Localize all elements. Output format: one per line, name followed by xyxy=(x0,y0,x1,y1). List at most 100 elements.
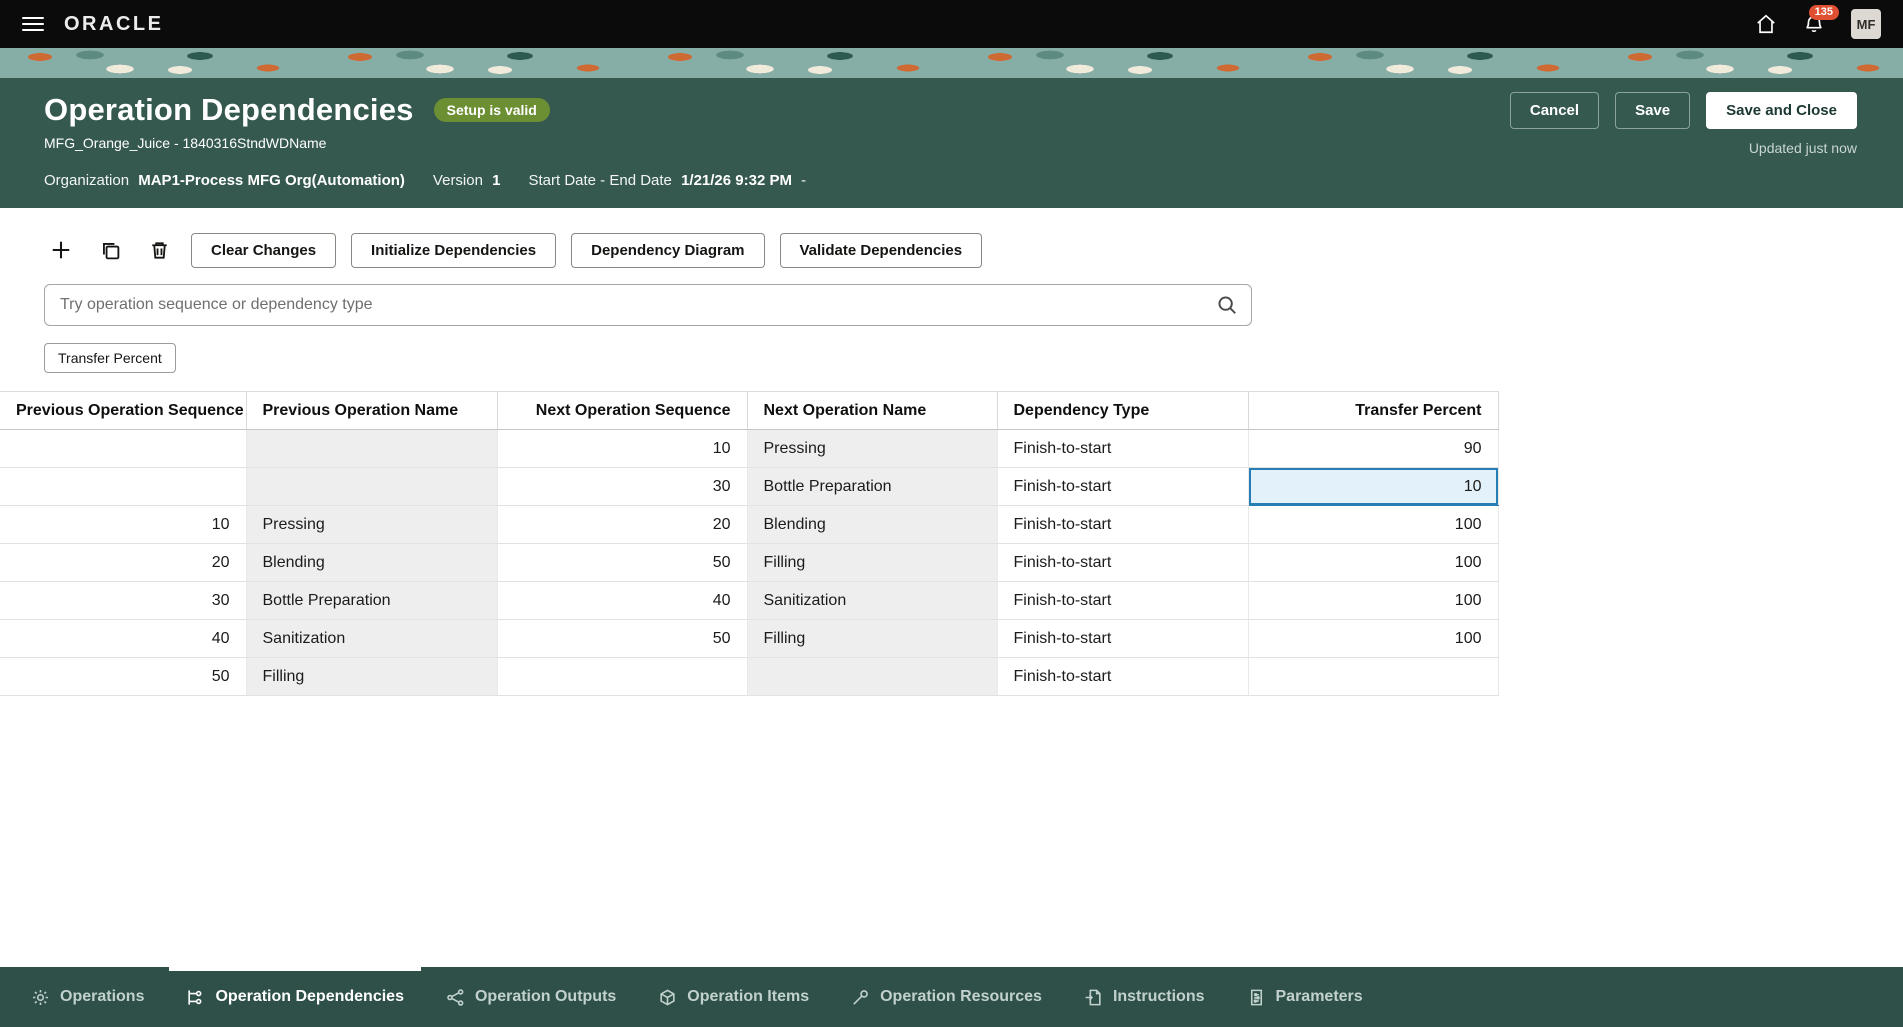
oracle-logo: ORACLE xyxy=(64,12,164,35)
cell-previous-operation-name[interactable]: Filling xyxy=(246,657,498,696)
cell-next-operation-sequence[interactable]: 40 xyxy=(497,581,748,620)
table-row: 30 Bottle Preparation 40 Sanitization Fi… xyxy=(0,581,1499,620)
cell-previous-operation-sequence[interactable]: 50 xyxy=(0,657,247,696)
cell-next-operation-name[interactable]: Bottle Preparation xyxy=(747,467,998,506)
cell-next-operation-name[interactable]: Sanitization xyxy=(747,581,998,620)
cell-next-operation-name[interactable]: Filling xyxy=(747,619,998,658)
home-button[interactable] xyxy=(1755,13,1777,35)
cell-next-operation-name[interactable]: Filling xyxy=(747,543,998,582)
dates-meta: Start Date - End Date 1/21/26 9:32 PM - xyxy=(528,172,806,189)
cell-next-operation-sequence[interactable] xyxy=(497,657,748,696)
version-meta: Version 1 xyxy=(433,172,501,189)
tab-parameters[interactable]: Parameters xyxy=(1230,967,1380,1027)
updated-status: Updated just now xyxy=(1748,140,1857,156)
cancel-button[interactable]: Cancel xyxy=(1509,92,1600,129)
col-header-next-operation-name: Next Operation Name xyxy=(747,391,998,430)
cell-previous-operation-name[interactable]: Sanitization xyxy=(246,619,498,658)
cell-dependency-type[interactable]: Finish-to-start xyxy=(997,619,1249,658)
cell-dependency-type[interactable]: Finish-to-start xyxy=(997,581,1249,620)
dates-suffix: - xyxy=(801,172,807,189)
cell-transfer-percent-selected[interactable]: 10 xyxy=(1248,467,1499,506)
dependencies-icon xyxy=(186,988,205,1007)
cell-previous-operation-sequence[interactable]: 10 xyxy=(0,505,247,544)
validate-dependencies-button[interactable]: Validate Dependencies xyxy=(779,232,983,268)
cell-next-operation-name[interactable]: Blending xyxy=(747,505,998,544)
tab-operation-items[interactable]: Operation Items xyxy=(641,967,826,1027)
save-and-close-button[interactable]: Save and Close xyxy=(1706,92,1857,129)
dependency-diagram-button[interactable]: Dependency Diagram xyxy=(571,232,765,268)
cell-previous-operation-name[interactable]: Pressing xyxy=(246,505,498,544)
home-icon xyxy=(1755,13,1777,35)
cell-transfer-percent[interactable]: 100 xyxy=(1248,581,1499,620)
delete-row-button[interactable] xyxy=(142,233,176,267)
cell-previous-operation-sequence[interactable]: 30 xyxy=(0,581,247,620)
cell-next-operation-sequence[interactable]: 50 xyxy=(497,619,748,658)
tab-label: Operation Outputs xyxy=(474,988,617,1005)
tab-label: Operation Dependencies xyxy=(215,988,404,1005)
cell-next-operation-sequence[interactable]: 30 xyxy=(497,467,748,506)
save-button[interactable]: Save xyxy=(1615,92,1691,129)
cell-previous-operation-name[interactable] xyxy=(246,429,498,468)
organization-value: MAP1-Process MFG Org(Automation) xyxy=(138,172,405,189)
cell-transfer-percent[interactable]: 100 xyxy=(1248,543,1499,582)
tab-operation-resources[interactable]: Operation Resources xyxy=(834,967,1059,1027)
cell-transfer-percent[interactable]: 100 xyxy=(1248,505,1499,544)
cell-dependency-type[interactable]: Finish-to-start xyxy=(997,429,1249,468)
bottom-tab-bar: Operations Operation Dependencies Operat… xyxy=(0,967,1903,1027)
cell-dependency-type[interactable]: Finish-to-start xyxy=(997,505,1249,544)
tab-label: Instructions xyxy=(1112,988,1205,1005)
search-bar xyxy=(44,284,1252,326)
transfer-percent-chip[interactable]: Transfer Percent xyxy=(44,343,176,373)
cell-previous-operation-name[interactable]: Bottle Preparation xyxy=(246,581,498,620)
table-header-row: Previous Operation Sequence Previous Ope… xyxy=(0,391,1499,430)
page-subtitle: MFG_Orange_Juice - 1840316StndWDName xyxy=(44,135,327,151)
tab-operation-outputs[interactable]: Operation Outputs xyxy=(429,967,633,1027)
cell-dependency-type[interactable]: Finish-to-start xyxy=(997,657,1249,696)
cell-previous-operation-sequence[interactable]: 40 xyxy=(0,619,247,658)
add-row-button[interactable] xyxy=(44,233,78,267)
cell-next-operation-sequence[interactable]: 20 xyxy=(497,505,748,544)
notification-count-badge: 135 xyxy=(1808,5,1839,20)
hamburger-menu-icon[interactable] xyxy=(22,17,44,31)
duplicate-row-button[interactable] xyxy=(93,233,127,267)
search-icon[interactable] xyxy=(1216,294,1238,316)
cell-dependency-type[interactable]: Finish-to-start xyxy=(997,467,1249,506)
tab-operations[interactable]: Operations xyxy=(14,967,161,1027)
initialize-dependencies-button[interactable]: Initialize Dependencies xyxy=(351,232,557,268)
status-badge: Setup is valid xyxy=(433,98,550,122)
avatar[interactable]: MF xyxy=(1851,9,1881,39)
cell-previous-operation-sequence[interactable] xyxy=(0,467,247,506)
tab-operation-dependencies[interactable]: Operation Dependencies xyxy=(169,967,421,1027)
trash-icon xyxy=(149,240,170,261)
cell-transfer-percent[interactable] xyxy=(1248,657,1499,696)
table-row: 30 Bottle Preparation Finish-to-start 10 xyxy=(0,467,1499,506)
cell-previous-operation-name[interactable]: Blending xyxy=(246,543,498,582)
tab-instructions[interactable]: Instructions xyxy=(1067,967,1222,1027)
top-bar-actions: 135 MF xyxy=(1755,5,1881,39)
cell-previous-operation-sequence[interactable] xyxy=(0,429,247,468)
organization-meta: Organization MAP1-Process MFG Org(Automa… xyxy=(44,172,405,189)
table-row: 20 Blending 50 Filling Finish-to-start 1… xyxy=(0,543,1499,582)
cell-previous-operation-name[interactable] xyxy=(246,467,498,506)
cell-next-operation-name[interactable]: Pressing xyxy=(747,429,998,468)
decorative-banner xyxy=(0,48,1903,78)
cell-previous-operation-sequence[interactable]: 20 xyxy=(0,543,247,582)
clear-changes-button[interactable]: Clear Changes xyxy=(191,232,337,268)
search-input[interactable] xyxy=(44,284,1252,326)
notifications-button[interactable]: 135 xyxy=(1803,5,1839,35)
app-root: ORACLE 135 MF Operation Dependencies Set… xyxy=(0,0,1903,1027)
cell-dependency-type[interactable]: Finish-to-start xyxy=(997,543,1249,582)
tab-label: Operations xyxy=(60,988,145,1005)
content-area: Clear Changes Initialize Dependencies De… xyxy=(0,230,1903,696)
col-header-transfer-percent: Transfer Percent xyxy=(1248,391,1499,430)
cell-next-operation-name[interactable] xyxy=(747,657,998,696)
tab-label: Operation Resources xyxy=(880,988,1042,1005)
items-icon xyxy=(658,988,677,1007)
cell-transfer-percent[interactable]: 90 xyxy=(1248,429,1499,468)
cell-next-operation-sequence[interactable]: 50 xyxy=(497,543,748,582)
col-header-previous-operation-sequence: Previous Operation Sequence xyxy=(0,391,247,430)
page-header: Operation Dependencies Setup is valid MF… xyxy=(0,78,1903,208)
dependencies-table: Previous Operation Sequence Previous Ope… xyxy=(0,391,1499,696)
cell-transfer-percent[interactable]: 100 xyxy=(1248,619,1499,658)
cell-next-operation-sequence[interactable]: 10 xyxy=(497,429,748,468)
